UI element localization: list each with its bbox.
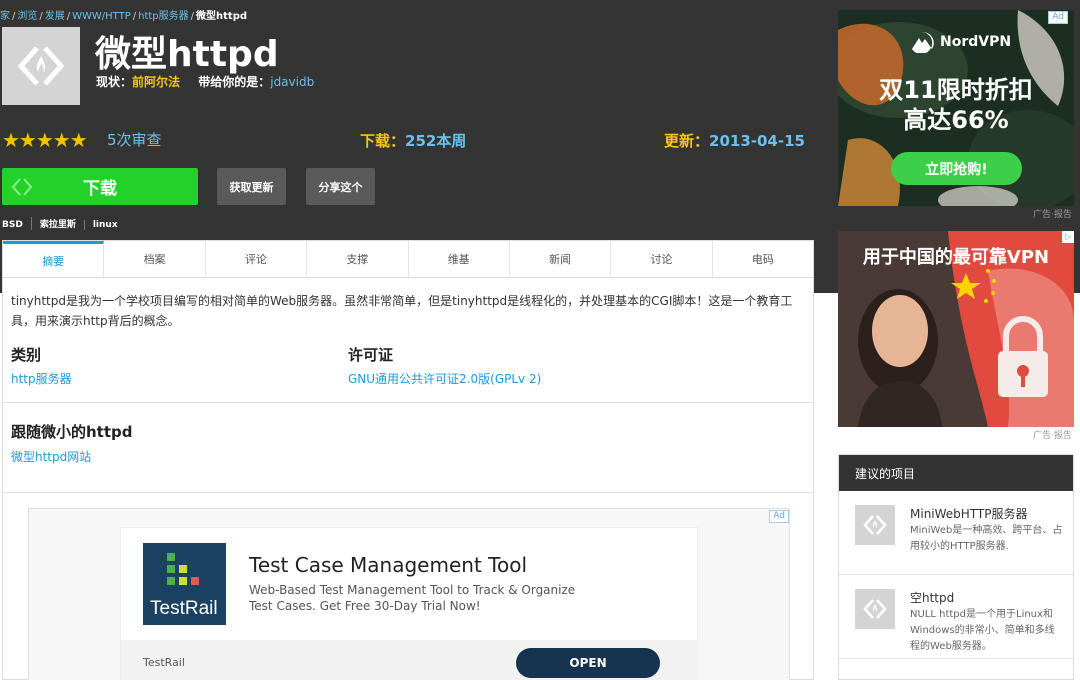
project-icon [855,505,895,545]
page-title: 微型httpd [95,34,279,75]
project-icon [855,589,895,629]
ad-open-button[interactable]: OPEN [516,648,660,678]
ad-choices-badge[interactable]: Ad [1048,11,1068,24]
ad-choices-badge[interactable]: Ad [769,510,789,523]
rating-stars: ★★★★★ [2,128,88,152]
last-update-value: 2013-04-15 [709,132,805,150]
download-button[interactable]: 下载 [2,168,198,205]
ad-footer: TestRail OPEN [121,640,699,680]
tab-summary[interactable]: 摘要 [3,241,105,277]
project-website-link[interactable]: 微型httpd网站 [11,448,91,465]
share-button[interactable]: 分享这个 [306,168,375,205]
suggested-project-item[interactable]: 空httpd NULL httpd是一个用于Linux和Windows的非常小、… [839,575,1073,659]
tab-support[interactable]: 支撑 [307,241,409,277]
breadcrumb-current: 微型httpd [196,11,248,22]
ad-description-line: Test Cases. Get Free 30-Day Trial Now! [249,599,481,613]
ad-cta-button[interactable]: 立即抢购! [891,152,1022,185]
nordvpn-mountain-icon [912,31,934,53]
ad-headline-2: 高达66% [903,106,1009,134]
last-update-label: 更新： [664,132,710,150]
breadcrumb-development[interactable]: 发展 [45,11,65,22]
tab-wiki[interactable]: 维基 [409,241,510,277]
ad-title: Test Case Management Tool [249,553,527,577]
tab-files[interactable]: 档案 [104,241,206,277]
section-divider [3,492,813,493]
ad-brand: TestRail [143,656,185,669]
share-label: 分享这个 [318,180,363,194]
vpn-china-ad[interactable]: ▷ 用于中国的最可靠VPN [838,231,1074,427]
suggested-project-title[interactable]: MiniWebHTTP服务器 [910,505,1028,522]
ad-card[interactable]: TestRail Test Case Management Tool Web-B… [120,527,699,680]
breadcrumb-browse[interactable]: 浏览 [17,11,37,22]
license-heading: 许可证 [348,346,394,364]
suggested-projects-panel: 建议的项目 MiniWebHTTP服务器 MiniWeb是一种高效、跨平台、占用… [838,454,1074,680]
tag-solaris[interactable]: 索拉里斯 [30,217,84,230]
reviews-link[interactable]: 5次审查 [107,129,162,150]
project-meta: 现状：前阿尔法 带给你的是：jdavidb [96,73,314,90]
nordvpn-brand-name: NordVPN [940,34,1012,50]
nordvpn-brand: NordVPN [910,31,1011,53]
suggested-project-title[interactable]: 空httpd [910,589,954,606]
project-logo [2,27,80,105]
tag-linux[interactable]: linux [83,220,126,230]
ad-headline: 用于中国的最可靠VPN [862,247,1050,268]
testrail-logo-text: TestRail [150,598,218,619]
tag-bsd[interactable]: BSD [2,220,31,230]
category-link[interactable]: http服务器 [11,370,72,387]
project-tabs: 摘要 档案 评论 支撑 维基 新闻 讨论 电码 [3,241,813,278]
status-label: 现状： [96,75,133,89]
suggested-projects-heading: 建议的项目 [839,455,1073,491]
ad-description: Web-Based Test Management Tool to Track … [249,582,579,614]
downloads-value: 252本周 [405,132,467,150]
tab-reviews[interactable]: 评论 [206,241,308,277]
testrail-logo: TestRail [143,543,226,625]
breadcrumb-www-http[interactable]: WWW/HTTP [72,11,131,22]
breadcrumb: 家 / 浏览 / 发展 / WWW/HTTP / http服务器 / 微型httpd [0,11,248,22]
brought-by-label: 带给你的是： [198,75,271,89]
breadcrumb-home[interactable]: 家 [0,11,10,22]
downloads-stat: 下载：252本周 [360,130,466,151]
tab-discussion[interactable]: 讨论 [611,241,713,277]
testrail-ad: Ad TestRail Test Case Management Tool We… [28,508,790,680]
nordvpn-ad[interactable]: Ad NordVPN 双11限时折扣 高达66% 立即抢购! [838,10,1074,206]
last-update-stat: 更新：2013-04-15 [664,130,805,151]
license-link[interactable]: GNU通用公共许可证2.0版(GPLv 2) [348,370,541,387]
category-heading: 类别 [11,346,42,364]
sourceforge-logo-icon [863,599,887,619]
author-link[interactable]: jdavidb [270,75,314,89]
get-updates-button[interactable]: 获取更新 [217,168,286,205]
project-content-card: 摘要 档案 评论 支撑 维基 新闻 讨论 电码 tinyhttpd是我为一个学校… [2,240,814,680]
ad-report-link[interactable]: 广告·报告 [1033,207,1072,220]
status-value: 前阿尔法 [132,75,181,89]
get-updates-label: 获取更新 [229,180,274,194]
download-button-label: 下载 [83,179,117,199]
ad-report-link[interactable]: 广告·报告 [1033,428,1072,441]
ad-description-line: Web-Based Test Management Tool to Track … [249,583,576,597]
platform-tags: BSD 索拉里斯 linux [2,217,126,230]
suggested-project-item[interactable]: MiniWebHTTP服务器 MiniWeb是一种高效、跨平台、占用较小的HTT… [839,491,1073,575]
follow-heading: 跟随微小的httpd [11,423,133,441]
breadcrumb-http-servers[interactable]: http服务器 [138,11,189,22]
tab-news[interactable]: 新闻 [510,241,612,277]
project-description: tinyhttpd是我为一个学校项目编写的相对简单的Web服务器。虽然非常简单，… [11,294,793,328]
sourceforge-logo-icon [17,46,65,86]
section-divider [3,402,813,403]
ad-choices-icon[interactable]: ▷ [1062,231,1074,243]
suggested-project-desc: NULL httpd是一个用于Linux和Windows的非常小、简单和多线程的… [910,609,1055,652]
downloads-label: 下载： [360,132,406,150]
suggested-project-desc: MiniWeb是一种高效、跨平台、占用较小的HTTP服务器. [910,525,1063,552]
download-logo-icon [11,178,33,196]
tab-code[interactable]: 电码 [713,241,813,277]
sourceforge-logo-icon [863,515,887,535]
